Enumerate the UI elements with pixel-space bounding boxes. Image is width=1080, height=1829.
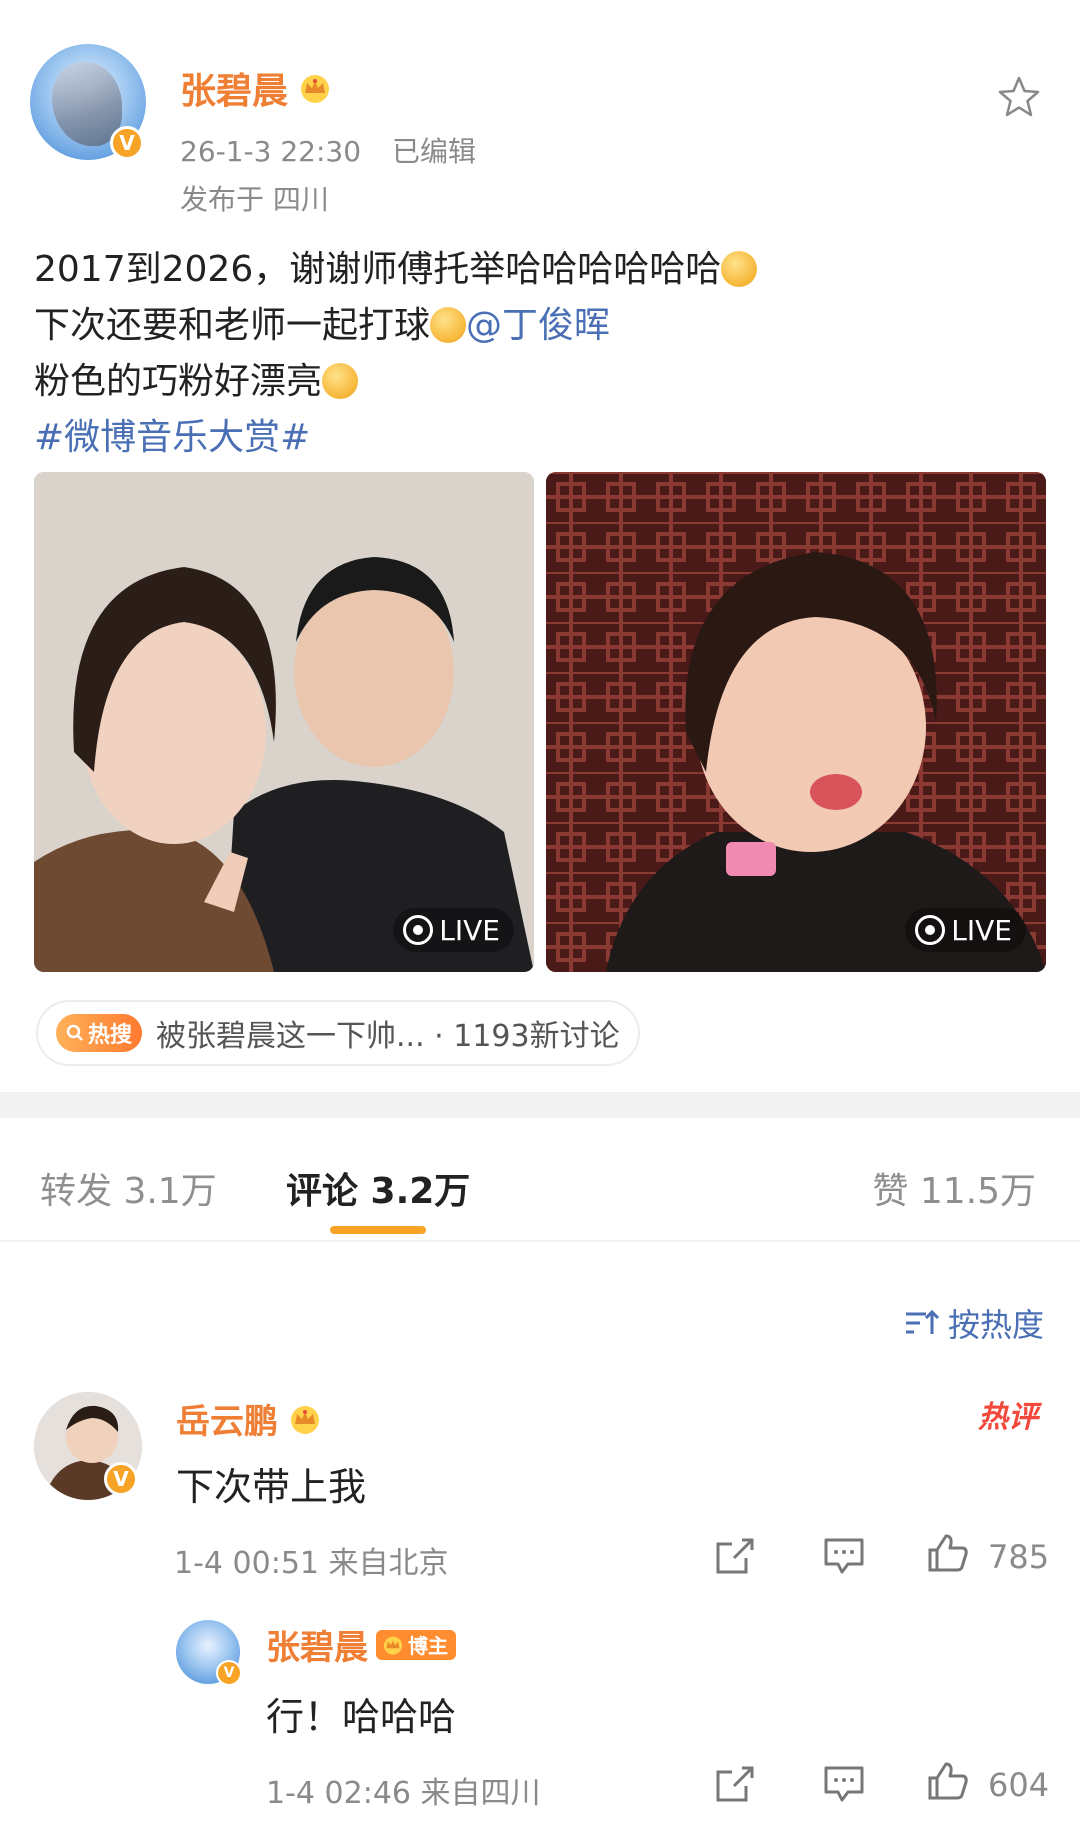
comment-text: 下次带上我 xyxy=(176,1465,367,1509)
post-photo-1[interactable]: LIVE xyxy=(34,472,534,972)
verified-icon: V xyxy=(216,1660,242,1686)
thumbs-up-icon[interactable] xyxy=(926,1760,970,1800)
author-name[interactable]: 张碧晨 xyxy=(180,62,288,114)
reply-name[interactable]: 张碧晨 xyxy=(266,1620,368,1669)
reply-text: 行！哈哈哈 xyxy=(266,1695,457,1739)
comment-icon[interactable] xyxy=(822,1536,866,1576)
hot-comment-badge: 热评 xyxy=(978,1400,1038,1435)
crown-icon xyxy=(291,1405,319,1434)
tabs-divider xyxy=(0,1240,1080,1242)
comment-meta: 1-4 00:51 来自北京 xyxy=(174,1546,449,1581)
post-photo-2[interactable]: LIVE xyxy=(546,472,1046,972)
mention-link[interactable]: @丁俊晖 xyxy=(466,305,610,346)
live-badge-1[interactable]: LIVE xyxy=(393,908,514,952)
share-icon[interactable] xyxy=(712,1536,756,1576)
hot-search-tag: 热搜 xyxy=(56,1014,143,1052)
search-icon xyxy=(66,1024,83,1041)
reply-meta: 1-4 02:46 来自四川 xyxy=(266,1776,541,1811)
post-line-3: 粉色的巧粉好漂亮 xyxy=(34,354,359,410)
crown-icon xyxy=(301,75,330,103)
blogger-tag: 博主 xyxy=(376,1629,456,1660)
post-location: 发布于 四川 xyxy=(180,183,329,216)
grin-emoji-icon xyxy=(430,307,467,343)
hot-search-link[interactable]: 热搜 被张碧晨这一下帅... · 1193新讨论 xyxy=(36,1000,640,1066)
post-line-2: 下次还要和老师一起打球 @丁俊晖 xyxy=(34,305,611,346)
sort-button[interactable]: 按热度 xyxy=(904,1300,1044,1346)
reply-like-count: 604 xyxy=(988,1766,1050,1804)
photo-1-illustration xyxy=(34,472,534,972)
like-count: 785 xyxy=(988,1538,1050,1576)
thumbs-up-icon[interactable] xyxy=(926,1532,970,1572)
post-line-1: 2017到2026，谢谢师傅托举哈哈哈哈哈哈 xyxy=(34,242,758,298)
hot-search-text: 被张碧晨这一下帅... · 1193新讨论 xyxy=(156,1019,620,1054)
tab-comments[interactable]: 评论 3.2万 xyxy=(286,1162,470,1214)
commenter-name[interactable]: 岳云鹏 xyxy=(176,1394,278,1443)
active-tab-indicator xyxy=(330,1226,426,1234)
star-outline-icon[interactable] xyxy=(996,74,1042,120)
edited-label: 已编辑 xyxy=(391,135,476,168)
laugh-emoji-icon xyxy=(721,251,758,287)
post-timestamp: 26-1-3 22:30 xyxy=(180,135,362,168)
tab-likes[interactable]: 赞 11.5万 xyxy=(872,1162,1036,1214)
live-badge-2[interactable]: LIVE xyxy=(905,908,1026,952)
verified-icon: V xyxy=(110,126,144,160)
topic-link[interactable]: #微博音乐大赏# xyxy=(34,410,310,466)
tab-repost[interactable]: 转发 3.1万 xyxy=(40,1162,217,1214)
crown-icon xyxy=(383,1636,403,1655)
live-icon xyxy=(915,915,946,945)
kiss-emoji-icon xyxy=(322,363,359,399)
section-divider xyxy=(0,1092,1080,1118)
share-icon[interactable] xyxy=(712,1764,756,1804)
sort-icon xyxy=(905,1309,940,1334)
photo-2-illustration xyxy=(546,472,1046,972)
verified-icon: V xyxy=(104,1462,138,1496)
live-icon xyxy=(403,915,434,945)
comment-icon[interactable] xyxy=(822,1764,866,1804)
